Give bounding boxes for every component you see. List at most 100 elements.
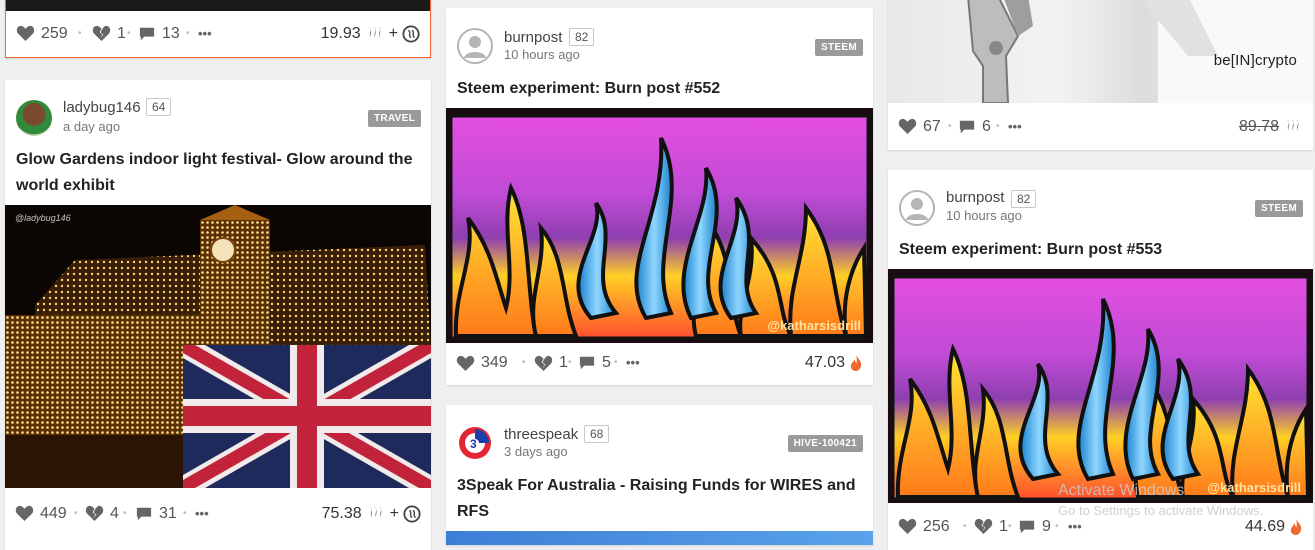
post-footer: 67 • 6 • ••• 89.78 (888, 103, 1313, 150)
steem-coin-icon (403, 505, 421, 523)
comment-icon (1018, 519, 1036, 535)
steem-icon (1283, 118, 1303, 135)
comment-count: 31 (159, 505, 177, 522)
payout-value: 75.38 (321, 505, 362, 522)
post-title[interactable]: Steem experiment: Burn post #553 (899, 237, 1299, 263)
flag-count: 4 (110, 505, 119, 522)
post-time[interactable]: a day ago (63, 119, 120, 134)
downvote-button[interactable]: 4 (85, 488, 119, 539)
image-watermark: @katharsisdrill (767, 318, 861, 333)
post-title[interactable]: Steem experiment: Burn post #552 (457, 76, 859, 102)
reputation-badge: 82 (1011, 190, 1037, 208)
burn-flame-image (891, 275, 1311, 501)
post-image[interactable]: @katharsisdrill (888, 269, 1313, 503)
upvote-button[interactable]: 256 (898, 503, 950, 550)
image-watermark: @ladybug146 (15, 213, 71, 223)
payout[interactable]: 47.03 (805, 339, 863, 385)
separator-dot: • (1055, 521, 1059, 532)
category-tag[interactable]: STEEM (815, 39, 863, 56)
more-options-button[interactable]: ••• (1008, 103, 1022, 150)
flag-count: 1 (117, 25, 126, 42)
payout[interactable]: 89.78 (1239, 103, 1303, 150)
post-title[interactable]: 3Speak For Australia - Raising Funds for… (457, 473, 859, 525)
post-time[interactable]: 10 hours ago (946, 208, 1022, 223)
post-card-burn-553[interactable]: burnpost 82 10 hours ago STEEM Steem exp… (888, 170, 1313, 550)
downvote-button[interactable]: 1 (534, 339, 568, 385)
more-options-button[interactable]: ••• (1068, 503, 1082, 550)
comment-button[interactable]: 9 (1018, 503, 1051, 550)
post-card-burn-552[interactable]: burnpost 82 10 hours ago STEEM Steem exp… (446, 8, 873, 385)
post-image[interactable]: @ladybug146 (5, 205, 431, 488)
upvote-button[interactable]: 449 (15, 488, 67, 539)
heart-icon (15, 505, 34, 522)
upvote-button[interactable]: 349 (456, 339, 508, 385)
payout-value: 19.93 (320, 25, 361, 42)
post-title[interactable]: Glow Gardens indoor light festival- Glow… (16, 147, 417, 199)
category-tag[interactable]: STEEM (1255, 200, 1303, 217)
post-image[interactable]: @katharsisdrill (446, 108, 873, 343)
author-name[interactable]: ladybug146 (63, 99, 141, 116)
flag-count: 1 (999, 518, 1008, 535)
reputation-badge: 64 (146, 98, 172, 116)
upvote-button[interactable]: 259 (16, 10, 68, 57)
avatar[interactable]: 3 (457, 425, 493, 461)
user-icon (464, 36, 486, 58)
more-options-button[interactable]: ••• (195, 488, 209, 539)
separator-dot: • (74, 508, 78, 519)
more-options-button[interactable]: ••• (198, 10, 212, 57)
payout[interactable]: 44.69 (1245, 503, 1303, 550)
fire-icon (849, 354, 863, 372)
author-name[interactable]: threespeak (504, 426, 578, 443)
post-image[interactable]: be[IN]crypto (888, 0, 1313, 103)
reputation-badge: 82 (569, 28, 595, 46)
comment-button[interactable]: 6 (958, 103, 991, 150)
more-options-button[interactable]: ••• (626, 339, 640, 385)
post-time[interactable]: 3 days ago (504, 444, 568, 459)
category-tag[interactable]: TRAVEL (367, 110, 421, 127)
separator-dot: • (614, 357, 618, 368)
post-footer: 256 • 1 • 9 • ••• 44.69 (888, 503, 1313, 550)
post-header: burnpost 82 10 hours ago STEEM (446, 8, 873, 86)
separator-dot: • (948, 121, 952, 132)
post-time[interactable]: 10 hours ago (504, 47, 580, 62)
like-count: 259 (41, 25, 68, 42)
upvote-button[interactable]: 67 (898, 103, 941, 150)
comment-button[interactable]: 13 (138, 10, 180, 57)
author-name[interactable]: burnpost (504, 29, 562, 46)
avatar[interactable] (899, 190, 935, 226)
like-count: 349 (481, 354, 508, 371)
comment-button[interactable]: 31 (135, 488, 177, 539)
payout-value: 89.78 (1238, 118, 1279, 135)
comment-icon (138, 26, 156, 42)
payout[interactable]: 75.38 + (322, 488, 421, 539)
post-card-threespeak[interactable]: 3 threespeak 68 3 days ago HIVE-100421 3… (446, 405, 873, 545)
downvote-button[interactable]: 1 (974, 503, 1008, 550)
heart-icon (16, 25, 35, 42)
comment-icon (958, 119, 976, 135)
payout-plus: + (389, 505, 399, 522)
category-tag[interactable]: HIVE-100421 (787, 435, 863, 452)
downvote-button[interactable]: 1 (92, 10, 126, 57)
comment-icon (135, 506, 153, 522)
brand-logo: be[IN]crypto (1213, 52, 1297, 69)
payout[interactable]: 19.93 + (321, 10, 420, 57)
post-card-ladybug[interactable]: ladybug146 64 a day ago TRAVEL Glow Gard… (5, 80, 431, 550)
comment-button[interactable]: 5 (578, 339, 611, 385)
reputation-badge: 68 (584, 425, 610, 443)
separator-dot: • (996, 121, 1000, 132)
author-name[interactable]: burnpost (946, 189, 1004, 206)
post-footer: 259 • 1 • 13 • ••• 19.93 + (6, 10, 430, 57)
separator-dot: • (123, 508, 127, 519)
separator-dot: • (963, 521, 967, 532)
post-image[interactable] (446, 531, 873, 545)
flag-count: 1 (559, 354, 568, 371)
separator-dot: • (127, 28, 131, 39)
avatar[interactable] (16, 100, 52, 136)
separator-dot: • (183, 508, 187, 519)
post-card-top-left[interactable]: 259 • 1 • 13 • ••• 19.93 + (5, 0, 431, 58)
avatar[interactable] (457, 28, 493, 64)
user-icon (906, 198, 928, 220)
steem-icon (365, 25, 385, 42)
post-card-top-right[interactable]: be[IN]crypto 67 • 6 • ••• 89.78 (888, 0, 1313, 150)
post-header: 3 threespeak 68 3 days ago HIVE-100421 (446, 405, 873, 483)
